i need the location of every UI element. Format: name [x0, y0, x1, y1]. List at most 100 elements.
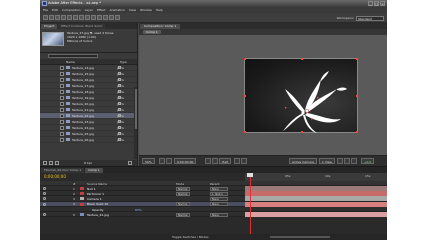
new-folder-icon[interactable]	[49, 161, 53, 165]
eraser-tool-icon[interactable]	[109, 15, 114, 20]
timeline-current-time[interactable]: 0;00;00;00	[44, 174, 66, 179]
transform-handle[interactable]	[356, 58, 358, 60]
puppet-pin-tool-icon[interactable]	[115, 15, 120, 20]
interpret-footage-icon[interactable]	[43, 161, 47, 165]
layer-label-color[interactable]	[80, 192, 84, 196]
region-of-interest-icon[interactable]	[234, 158, 240, 164]
transform-handle[interactable]	[356, 131, 358, 133]
layer-name[interactable]: Camera 1	[87, 197, 102, 201]
current-time-display[interactable]: 0;00;00;00	[174, 158, 197, 164]
layer-parent-dropdown[interactable]: 1. Null 1	[210, 191, 228, 196]
resolution-dropdown[interactable]: Half	[219, 158, 231, 164]
transform-handle[interactable]	[244, 95, 246, 97]
rotate-tool-icon[interactable]	[61, 15, 66, 20]
hand-tool-icon[interactable]	[49, 15, 54, 20]
layer-row[interactable]: 5 Texture_22.jpg Normal None	[40, 211, 387, 218]
exposure-value[interactable]: +0.0	[361, 158, 375, 164]
menu-file[interactable]: File	[43, 8, 48, 12]
flowchart-icon[interactable]	[351, 158, 357, 164]
layer-name[interactable]: Particular 1	[87, 192, 104, 196]
transform-handle[interactable]	[301, 58, 303, 60]
transform-handle[interactable]	[244, 131, 246, 133]
menu-view[interactable]: View	[129, 8, 136, 12]
transparency-grid-icon[interactable]	[241, 158, 247, 164]
visibility-eye-icon[interactable]	[43, 212, 46, 216]
layer-parent-dropdown[interactable]: None	[210, 196, 228, 201]
column-source-name[interactable]: Source Name	[87, 182, 107, 186]
timeline-zoom-slider[interactable]	[270, 235, 330, 238]
fast-previews-icon[interactable]	[337, 158, 343, 164]
pen-tool-icon[interactable]	[85, 15, 90, 20]
workspace-dropdown[interactable]: Standard	[356, 15, 384, 21]
column-name[interactable]: Name	[66, 60, 75, 64]
scrollbar-thumb[interactable]	[134, 89, 137, 129]
menu-layer[interactable]: Layer	[85, 8, 93, 12]
menu-composition[interactable]: Composition	[62, 8, 81, 12]
project-item[interactable]: Texture_26.jpg JPEG	[40, 137, 137, 143]
layer-mode-dropdown[interactable]: Normal	[176, 212, 190, 217]
camera-dropdown[interactable]: Active Camera	[289, 158, 318, 164]
zoom-dropdown[interactable]: 50%	[142, 158, 155, 164]
layer-label-color[interactable]	[80, 197, 84, 201]
minimize-button[interactable]: _	[368, 1, 373, 6]
layer-parent-dropdown[interactable]: None	[210, 212, 228, 217]
transform-handle[interactable]	[356, 95, 358, 97]
current-time-indicator[interactable]	[250, 173, 251, 240]
column-type[interactable]: Type	[120, 60, 127, 64]
layer-label-color[interactable]	[80, 202, 84, 206]
layer-mode-dropdown[interactable]: Normal	[176, 186, 190, 191]
composition-viewer[interactable]	[139, 35, 387, 155]
layer-mode-dropdown[interactable]: Normal	[176, 191, 190, 196]
visibility-eye-icon[interactable]	[43, 202, 46, 206]
column-mode[interactable]: Mode	[176, 182, 184, 186]
selection-tool-icon[interactable]	[43, 15, 48, 20]
close-button[interactable]: ×	[380, 1, 385, 6]
bpc-toggle[interactable]: 8 bpc	[84, 161, 92, 165]
visibility-eye-icon[interactable]	[43, 197, 46, 201]
menu-help[interactable]: Help	[156, 8, 163, 12]
visibility-eye-icon[interactable]	[43, 187, 46, 190]
menu-effect[interactable]: Effect	[97, 8, 106, 12]
new-composition-icon[interactable]	[55, 161, 59, 165]
layer-duration-bar[interactable]	[245, 211, 387, 217]
layer-parent-dropdown[interactable]: None	[210, 202, 228, 207]
composition-canvas[interactable]	[244, 58, 358, 133]
brush-tool-icon[interactable]	[97, 15, 102, 20]
comp-breadcrumb[interactable]: Comp 1	[143, 30, 161, 34]
current-time-indicator-handle[interactable]	[247, 173, 253, 177]
time-ruler[interactable]: 0s 05s 10s 15s	[245, 173, 387, 181]
visibility-eye-icon[interactable]	[43, 192, 46, 196]
transform-handle[interactable]	[244, 58, 246, 60]
tab-composition[interactable]: Composition: Comp 1	[140, 24, 181, 29]
pan-behind-tool-icon[interactable]	[73, 15, 78, 20]
project-scrollbar[interactable]	[134, 87, 137, 159]
layer-label-color[interactable]	[80, 212, 84, 216]
project-search-input[interactable]	[48, 53, 98, 58]
rectangle-mask-tool-icon[interactable]	[79, 15, 84, 20]
column-parent[interactable]: Parent	[210, 182, 220, 186]
layer-parent-dropdown[interactable]: None	[210, 186, 228, 191]
layer-name[interactable]: Texture_22.jpg	[87, 213, 109, 217]
menu-edit[interactable]: Edit	[52, 8, 58, 12]
transform-handle[interactable]	[301, 131, 303, 133]
menu-animation[interactable]: Animation	[110, 8, 125, 12]
clone-stamp-tool-icon[interactable]	[103, 15, 108, 20]
view-layout-dropdown[interactable]: 1 View	[319, 158, 335, 164]
orbit-camera-tool-icon[interactable]	[67, 15, 72, 20]
show-channel-icon[interactable]	[212, 158, 218, 164]
layer-mode-dropdown[interactable]: Normal	[176, 202, 190, 207]
layer-label-color[interactable]	[80, 187, 84, 190]
layer-name[interactable]: Black Solid 10	[87, 202, 108, 206]
opacity-value[interactable]: 83%	[135, 208, 142, 212]
delete-item-icon[interactable]	[128, 161, 132, 165]
mask-visibility-icon[interactable]	[166, 158, 172, 164]
zoom-tool-icon[interactable]	[55, 15, 60, 20]
snapshot-icon[interactable]	[205, 158, 211, 164]
layer-name[interactable]: Null 1	[87, 187, 96, 191]
toggle-switches-modes[interactable]: Toggle Switches / Modes	[172, 235, 209, 239]
maximize-button[interactable]: □	[374, 1, 379, 6]
type-tool-icon[interactable]	[91, 15, 96, 20]
menu-window[interactable]: Window	[140, 8, 152, 12]
safe-margins-icon[interactable]	[159, 158, 165, 164]
timeline-icon[interactable]	[344, 158, 350, 164]
